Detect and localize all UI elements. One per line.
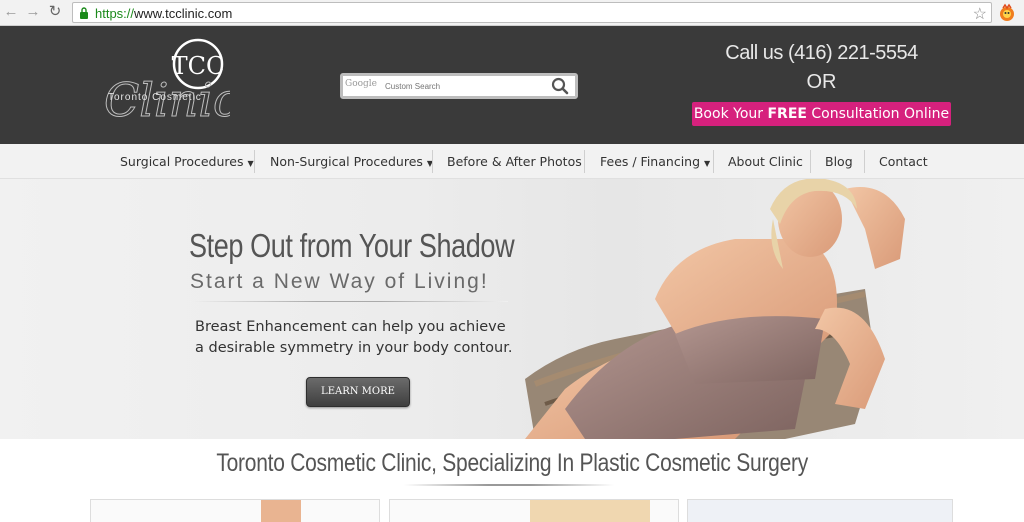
hero-subtitle: Start a New Way of Living!: [190, 270, 489, 293]
nav-before-after-photos[interactable]: Before & After Photos: [447, 150, 582, 174]
nav-fees-financing[interactable]: Fees / Financing ▼: [600, 150, 710, 174]
hero-divider: [190, 301, 508, 302]
clinic-logo[interactable]: TCC Clinic Toronto Cosmetic: [100, 34, 230, 134]
back-arrow-icon[interactable]: ←: [2, 3, 20, 21]
logo-clinic-name: Toronto Cosmetic: [108, 92, 202, 103]
hero-description: Breast Enhancement can help you achieve …: [195, 319, 513, 356]
reload-icon[interactable]: ↻: [46, 3, 64, 21]
url-text: https://www.tcclinic.com: [95, 6, 233, 21]
card-image: [530, 500, 650, 522]
nav-blog[interactable]: Blog: [825, 150, 853, 174]
search-input[interactable]: [385, 78, 545, 94]
clinic-tagline: Toronto Cosmetic Clinic, Specializing In…: [216, 449, 808, 477]
learn-more-button[interactable]: LEARN MORE: [306, 377, 410, 407]
caret-down-icon: ▼: [247, 159, 254, 168]
phone-number[interactable]: Call us (416) 221-5554: [692, 42, 951, 65]
or-label: OR: [806, 71, 837, 93]
hero-banner: Step Out from Your Shadow Start a New Wa…: [0, 179, 1024, 439]
nav-non-surgical-procedures[interactable]: Non-Surgical Procedures ▼: [270, 150, 433, 174]
extension-icon[interactable]: [997, 3, 1017, 23]
feature-card[interactable]: [687, 499, 953, 522]
browser-toolbar: ← → ↻ https://www.tcclinic.com ☆: [0, 0, 1024, 26]
nav-divider: [713, 150, 714, 173]
hero-title: Step Out from Your Shadow: [189, 227, 515, 264]
tagline-divider: [404, 484, 614, 486]
bookmark-star-icon[interactable]: ☆: [973, 4, 987, 24]
nav-divider: [864, 150, 865, 173]
forward-arrow-icon[interactable]: →: [24, 3, 42, 21]
google-brand-label: Google: [345, 79, 377, 89]
nav-divider: [432, 150, 433, 173]
card-image: [688, 500, 952, 522]
nav-about-clinic[interactable]: About Clinic: [728, 150, 803, 174]
book-consultation-button[interactable]: Book Your FREE Consultation Online: [692, 102, 951, 126]
site-header: TCC Clinic Toronto Cosmetic Google Call …: [0, 26, 1024, 144]
caret-down-icon: ▼: [704, 159, 711, 168]
hero-model-photo: [525, 179, 905, 439]
nav-surgical-procedures[interactable]: Surgical Procedures ▼: [120, 150, 254, 174]
site-search[interactable]: Google: [340, 73, 578, 99]
nav-contact[interactable]: Contact: [879, 150, 928, 174]
nav-divider: [254, 150, 255, 173]
search-icon[interactable]: [551, 77, 569, 95]
card-image: [261, 500, 301, 522]
feature-card[interactable]: [389, 499, 679, 522]
nav-divider: [584, 150, 585, 173]
feature-card[interactable]: [90, 499, 380, 522]
main-nav: Surgical Procedures ▼ Non-Surgical Proced…: [0, 144, 1024, 179]
lock-icon: [80, 7, 88, 19]
nav-divider: [810, 150, 811, 173]
address-bar[interactable]: https://www.tcclinic.com ☆: [72, 2, 992, 23]
